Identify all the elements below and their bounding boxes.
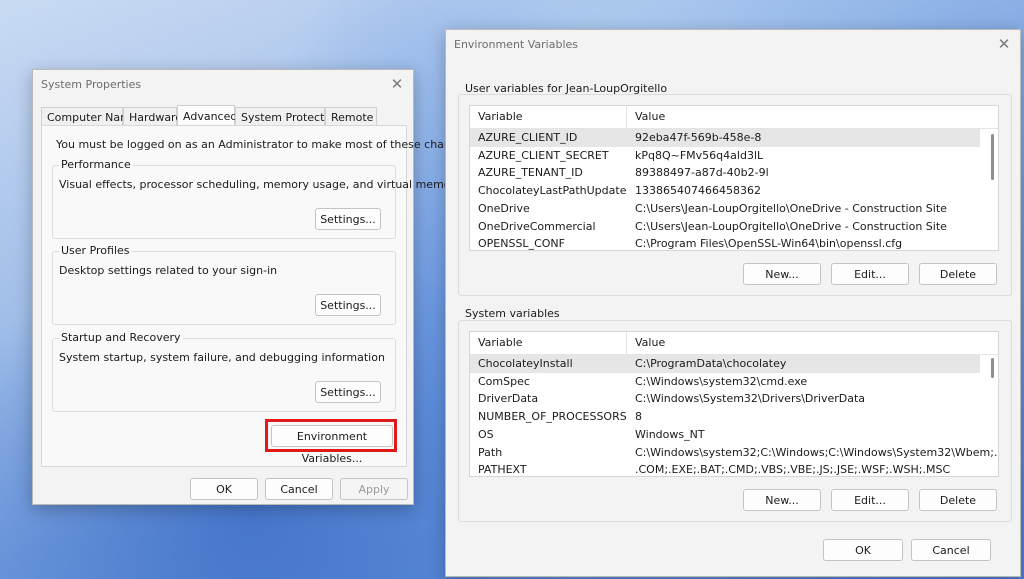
variable-name: OneDrive [478,201,530,215]
variable-name: DriverData [478,392,539,406]
sys-ok-button[interactable]: OK [190,478,258,500]
sys-row[interactable]: OS Windows_NT [470,426,980,444]
environment-variables-highlight [265,419,397,452]
tab-computer-name[interactable]: Computer Name [41,107,138,126]
startup-recovery-desc: System startup, system failure, and debu… [59,351,385,364]
performance-settings-button[interactable]: Settings... [315,208,381,230]
variable-name: ComSpec [478,374,530,388]
tab-remote[interactable]: Remote [325,107,377,126]
system-variables-list[interactable]: Variable Value ChocolateyInstall C:\Progr… [469,331,999,477]
user-row[interactable]: ChocolateyLastPathUpdate 1338654074664583… [470,182,980,200]
user-variables-list[interactable]: Variable Value AZURE_CLIENT_ID 92eba47f-5… [469,105,999,251]
user-edit-button[interactable]: Edit... [831,263,909,285]
variable-name: PATHEXT [478,463,527,477]
env-title: Environment Variables [454,38,579,51]
system-delete-button[interactable]: Delete [919,489,997,511]
variable-name: Path [478,445,503,459]
user-col-variable[interactable]: Variable [478,110,523,123]
startup-recovery-settings-button[interactable]: Settings... [315,381,381,403]
system-col-variable[interactable]: Variable [478,336,523,349]
tab-system-protection[interactable]: System Protection [235,107,341,126]
variable-name: AZURE_CLIENT_ID [478,131,578,144]
variable-value: Windows_NT [635,427,705,441]
variable-value: C:\Windows\system32\cmd.exe [635,374,808,388]
env-titlebar: Environment Variables ✕ [446,30,1020,60]
variable-value: 89388497-a87d-40b2-9l [635,166,769,180]
user-profiles-label: User Profiles [59,244,132,257]
variable-name: OS [478,427,494,441]
variable-value: C:\Windows\system32;C:\Windows;C:\Window… [635,445,999,459]
variable-value: C:\Users\Jean-LoupOrgitello\OneDrive - C… [635,201,947,215]
sys-row[interactable]: PATHEXT .COM;.EXE;.BAT;.CMD;.VBS;.VBE;.JS… [470,461,980,477]
variable-value: C:\Users\Jean-LoupOrgitello\OneDrive - C… [635,219,947,233]
env-cancel-button[interactable]: Cancel [911,539,991,561]
user-variables-group: Variable Value AZURE_CLIENT_ID 92eba47f-5… [458,94,1012,296]
performance-desc: Visual effects, processor scheduling, me… [59,178,462,191]
variable-value: 8 [635,410,642,424]
variable-value: kPq8Q~FMv56q4ald3lL [635,148,764,162]
sys-apply-button[interactable]: Apply [340,478,408,500]
system-properties-window: System Properties ✕ Computer Name Hardwa… [32,69,474,505]
startup-recovery-group: Startup and Recovery System startup, sys… [52,331,396,412]
tab-hardware[interactable]: Hardware [123,107,182,126]
env-ok-button[interactable]: OK [823,539,903,561]
variable-name: NUMBER_OF_PROCESSORS [478,410,627,424]
performance-label: Performance [59,158,133,171]
variable-name: AZURE_CLIENT_SECRET [478,148,609,162]
variable-name: AZURE_TENANT_ID [478,166,583,180]
close-icon[interactable]: ✕ [994,34,1014,54]
sys-row[interactable]: Path C:\Windows\system32;C:\Windows;C:\Wi… [470,444,998,462]
system-col-separator [626,332,627,354]
user-new-button[interactable]: New... [743,263,821,285]
sys-row[interactable]: DriverData C:\Windows\System32\Drivers\Dr… [470,390,980,408]
variable-name: OPENSSL_CONF [478,237,565,251]
system-col-value[interactable]: Value [635,336,665,349]
variable-name: ChocolateyInstall [478,357,573,370]
variable-value: .COM;.EXE;.BAT;.CMD;.VBS;.VBE;.JS;.JSE;.… [635,463,951,477]
variable-value: C:\Program Files\OpenSSL-Win64\bin\opens… [635,237,903,251]
user-delete-button[interactable]: Delete [919,263,997,285]
user-col-separator [626,106,627,128]
system-list-header: Variable Value [470,332,998,355]
user-col-value[interactable]: Value [635,110,665,123]
sys-titlebar: System Properties ✕ [33,70,413,100]
sys-title: System Properties [41,78,142,91]
user-list-scrollbar[interactable] [991,134,994,180]
variable-value: 133865407466458362 [635,184,761,198]
startup-recovery-label: Startup and Recovery [59,331,183,344]
admin-note: You must be logged on as an Administrato… [56,138,474,151]
system-edit-button[interactable]: Edit... [831,489,909,511]
user-profiles-settings-button[interactable]: Settings... [315,294,381,316]
user-row[interactable]: AZURE_CLIENT_ID 92eba47f-569b-458e-8 [470,129,980,147]
sys-tabs: Computer Name Hardware Advanced System P… [41,105,405,127]
variable-name: OneDriveCommercial [478,219,596,233]
variable-name: ChocolateyLastPathUpdate [478,184,627,198]
sys-row[interactable]: ComSpec C:\Windows\system32\cmd.exe [470,373,980,391]
advanced-panel: You must be logged on as an Administrato… [41,125,474,467]
user-profiles-desc: Desktop settings related to your sign-in [59,264,278,277]
sys-row[interactable]: NUMBER_OF_PROCESSORS 8 [470,408,980,426]
system-new-button[interactable]: New... [743,489,821,511]
variable-value: C:\Windows\System32\Drivers\DriverData [635,392,866,406]
user-row[interactable]: OneDrive C:\Users\Jean-LoupOrgitello\OneD… [470,200,980,218]
user-profiles-group: User Profiles Desktop settings related t… [52,244,396,325]
system-variables-label: System variables [465,307,560,320]
environment-variables-window: Environment Variables ✕ User variables f… [445,29,1021,577]
tab-advanced[interactable]: Advanced [177,105,237,127]
user-row[interactable]: OPENSSL_CONF C:\Program Files\OpenSSL-Win… [470,235,980,251]
close-icon[interactable]: ✕ [387,74,407,94]
user-list-header: Variable Value [470,106,998,129]
performance-group: Performance Visual effects, processor sc… [52,158,462,239]
system-list-scrollbar[interactable] [991,358,994,378]
variable-value: C:\ProgramData\chocolatey [635,357,787,370]
user-row[interactable]: AZURE_CLIENT_SECRET kPq8Q~FMv56q4ald3lL [470,147,980,165]
system-variables-group: Variable Value ChocolateyInstall C:\Progr… [458,320,1012,522]
user-row[interactable]: AZURE_TENANT_ID 89388497-a87d-40b2-9l [470,164,980,182]
sys-row[interactable]: ChocolateyInstall C:\ProgramData\chocolat… [470,355,980,373]
variable-value: 92eba47f-569b-458e-8 [635,131,762,144]
sys-cancel-button[interactable]: Cancel [265,478,333,500]
user-row[interactable]: OneDriveCommercial C:\Users\Jean-LoupOrgi… [470,218,980,236]
